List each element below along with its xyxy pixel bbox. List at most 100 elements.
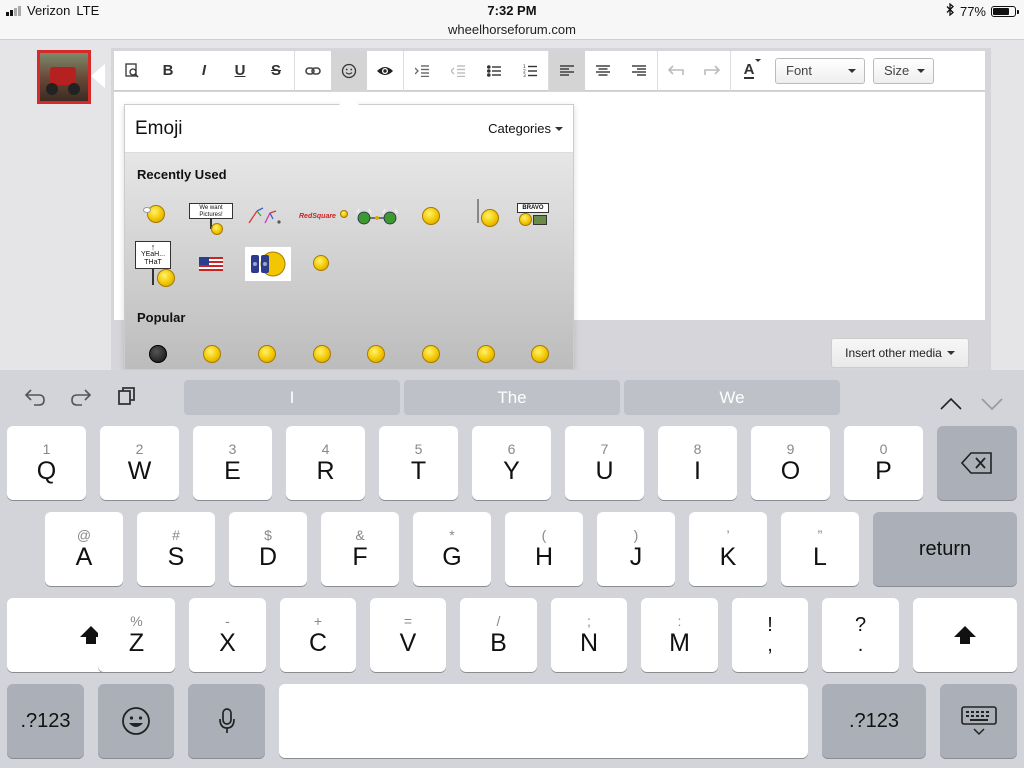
shift-key-right[interactable]	[913, 598, 1017, 672]
smilie-fireworks[interactable]	[243, 207, 283, 225]
smilie-cool[interactable]	[477, 345, 495, 363]
space-key[interactable]	[279, 684, 808, 758]
categories-dropdown[interactable]: Categories	[488, 121, 563, 136]
paste-icon[interactable]	[117, 386, 137, 412]
url-bar[interactable]: wheelhorseforum.com	[0, 22, 1024, 40]
smilie-us-flag[interactable]	[199, 257, 223, 271]
underline-button[interactable]: U	[222, 51, 258, 91]
outdent-icon[interactable]	[440, 51, 476, 91]
smilie-grin[interactable]	[422, 207, 440, 225]
key-question-period[interactable]: ?.	[822, 598, 899, 672]
numbered-list-icon[interactable]: 123	[512, 51, 548, 91]
insert-media-label: Insert other media	[845, 346, 942, 360]
size-select-value: Size	[884, 63, 910, 78]
undo-icon[interactable]	[24, 386, 46, 412]
font-select[interactable]: Font	[775, 57, 865, 84]
smilie-yeah-that[interactable]: ↑ YEaH... THaT	[135, 241, 175, 287]
align-right-icon[interactable]	[621, 51, 657, 91]
smilie-dry[interactable]	[367, 345, 385, 363]
align-center-icon[interactable]	[585, 51, 621, 91]
onscreen-keyboard: I The We 1Q 2W 3E 4R 5T 6Y 7U 8I 9O 0P @…	[0, 370, 1024, 768]
smilie-we-want-pictures[interactable]: We want Pictures!	[189, 203, 233, 235]
insert-other-media-button[interactable]: Insert other media	[831, 338, 969, 368]
key-j[interactable]: ) J	[597, 512, 675, 586]
key-e[interactable]: 3E	[193, 426, 272, 500]
italic-button[interactable]: I	[186, 51, 222, 91]
we-want-pictures-text: We want Pictures!	[189, 203, 233, 219]
key-w[interactable]: 2W	[100, 426, 179, 500]
align-left-icon[interactable]	[549, 50, 585, 91]
key-v[interactable]: = V	[370, 598, 446, 672]
size-select[interactable]: Size	[873, 57, 934, 84]
bullet-list-icon[interactable]	[476, 51, 512, 91]
strikethrough-button[interactable]: S	[258, 51, 294, 91]
key-g[interactable]: * G	[413, 512, 491, 586]
key-t[interactable]: 5T	[379, 426, 458, 500]
bluetooth-icon	[946, 2, 955, 19]
key-b[interactable]: / B	[460, 598, 537, 672]
suggestion-2[interactable]: The	[404, 380, 620, 415]
smilie-biggrin[interactable]	[258, 345, 276, 363]
eye-icon[interactable]	[367, 51, 403, 91]
key-k[interactable]: ’ K	[689, 512, 767, 586]
key-m[interactable]: :M	[641, 598, 718, 672]
chevron-down-icon[interactable]	[981, 390, 1003, 416]
dictation-key[interactable]	[188, 684, 265, 758]
dismiss-keyboard-key[interactable]	[940, 684, 1017, 758]
emoji-keyboard-key[interactable]	[98, 684, 174, 758]
smilie-binoculars[interactable]	[245, 247, 291, 281]
key-a[interactable]: @ A	[45, 512, 123, 586]
text-color-icon[interactable]: A	[731, 51, 767, 91]
smilie-bee[interactable]	[143, 205, 165, 223]
smilie-redsquare[interactable]: RedSquare	[299, 205, 349, 223]
key-s[interactable]: # S	[137, 512, 215, 586]
smilie-sad[interactable]	[422, 345, 440, 363]
key-l[interactable]: ” L	[781, 512, 859, 586]
key-i[interactable]: 8I	[658, 426, 737, 500]
suggestion-1[interactable]: I	[184, 380, 400, 415]
numbers-key-right[interactable]: .?123	[822, 684, 926, 758]
key-z[interactable]: % Z	[98, 598, 175, 672]
key-o[interactable]: 9O	[751, 426, 830, 500]
link-icon[interactable]	[295, 51, 331, 91]
chevron-up-icon[interactable]	[940, 390, 962, 416]
recently-used-heading: Recently Used	[137, 167, 227, 182]
smilie-ninja[interactable]	[149, 345, 167, 363]
key-q[interactable]: 1Q	[7, 426, 86, 500]
key-d[interactable]: $ D	[229, 512, 307, 586]
key-c[interactable]: + C	[280, 598, 356, 672]
undo-icon[interactable]	[658, 51, 694, 91]
key-u[interactable]: 7U	[565, 426, 644, 500]
avatar[interactable]	[37, 50, 91, 104]
smilie-huh[interactable]	[313, 345, 331, 363]
smilie-green-vikings[interactable]	[355, 207, 401, 225]
chevron-down-icon	[848, 68, 856, 73]
key-n[interactable]: ; N	[551, 598, 627, 672]
key-r[interactable]: 4R	[286, 426, 365, 500]
key-y[interactable]: 6Y	[472, 426, 551, 500]
smilie-wink[interactable]	[531, 345, 549, 363]
key-f[interactable]: & F	[321, 512, 399, 586]
smilie-smile[interactable]	[203, 345, 221, 363]
predictive-bar: I The We	[0, 370, 1024, 422]
bold-button[interactable]: B	[150, 51, 186, 91]
smilie-thinking[interactable]	[313, 255, 329, 271]
numbers-key-left[interactable]: .?123	[7, 684, 84, 758]
categories-label: Categories	[488, 121, 551, 136]
key-exclamation-comma[interactable]: !,	[732, 598, 808, 672]
redo-icon[interactable]	[694, 51, 730, 91]
redo-icon[interactable]	[70, 386, 92, 412]
key-x[interactable]: -X	[189, 598, 266, 672]
delete-key[interactable]	[937, 426, 1017, 500]
smilie-chained[interactable]	[471, 199, 505, 229]
indent-icon[interactable]	[404, 51, 440, 91]
return-key[interactable]: return	[873, 512, 1017, 586]
chevron-down-icon	[946, 351, 955, 355]
emoji-icon[interactable]	[331, 50, 367, 91]
smiley-icon	[122, 707, 150, 735]
key-h[interactable]: (H	[505, 512, 583, 586]
key-p[interactable]: 0P	[844, 426, 923, 500]
preview-icon[interactable]	[114, 51, 150, 91]
smilie-bravo[interactable]: BRAVO	[517, 203, 549, 226]
suggestion-3[interactable]: We	[624, 380, 840, 415]
